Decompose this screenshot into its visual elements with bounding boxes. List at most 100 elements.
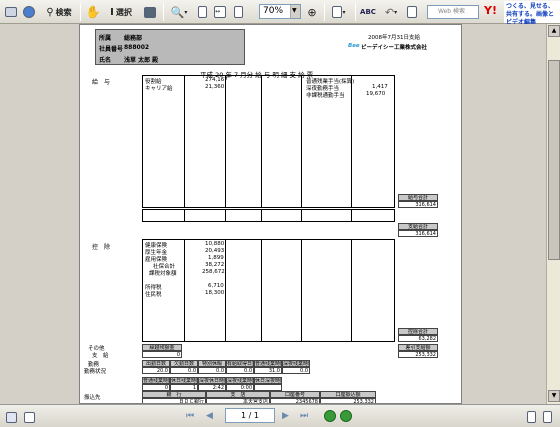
scroll-thumb[interactable] (548, 60, 560, 260)
attendance-value: 0.0 (282, 367, 310, 374)
other-box-value: 0 (142, 351, 182, 358)
attendance-value: 0.0 (226, 367, 254, 374)
fit-page-icon[interactable]: ↔ (213, 3, 227, 21)
right-panel (462, 24, 546, 404)
bank-label: 振込先 (84, 395, 101, 401)
search-button[interactable]: ⚲ 検索 (42, 3, 76, 21)
employee-info-box: 所属 総務部 社員番号 888002 氏名 浅草 太郎 殿 (95, 29, 245, 65)
bank-header: 口座番号 (270, 391, 320, 398)
attendance-value: 20.0 (142, 367, 170, 374)
vertical-scrollbar[interactable]: ▲ ▼ (546, 24, 560, 404)
scroll-up-icon[interactable]: ▲ (548, 25, 560, 37)
company-name: ピーデイシー工業株式会社 (361, 45, 428, 51)
attendance2-header: 深夜残業時間 (226, 377, 254, 384)
web-search-input[interactable]: Web 検索 (427, 5, 479, 19)
pay-total-value: 316,614 (398, 201, 438, 208)
attendance2-header: 休日深夜時間 (254, 377, 282, 384)
search-label: 検索 (55, 7, 72, 17)
email-icon[interactable] (22, 3, 36, 21)
deduction-item-value: 20,493 (205, 248, 225, 254)
attendance2-header: 休日残業時間 (170, 377, 198, 384)
zoom-dropdown-icon[interactable]: ▼ (290, 5, 300, 18)
name-label: 氏名 (99, 57, 112, 64)
binoculars-icon: ⚲ (46, 6, 54, 18)
last-page-icon[interactable]: ⏭ (300, 411, 308, 421)
attendance2-header: 普通残業時間 (142, 377, 170, 384)
snapshot-icon[interactable] (142, 3, 158, 21)
forward-icon[interactable] (340, 410, 352, 422)
pay-total-label: 給与合計 (398, 194, 438, 201)
employee-no-value: 888002 (124, 44, 150, 51)
first-page-icon[interactable]: ⏮ (186, 411, 194, 421)
bank-header: 支 店 (206, 391, 270, 398)
deduction-total-value: 63,282 (398, 335, 438, 342)
bank-header: 銀 行 (142, 391, 206, 398)
page-layout-icon[interactable]: ▾ (328, 3, 350, 21)
attendance-value: 0.0 (198, 367, 226, 374)
toolbar: ⚲ 検索 ✋ I 選択 🔍 ▾ ↔ 70% ▼ ⊕ ▾ ABC ↶ ▾ Web 検索 Y… (0, 0, 560, 26)
deduction-item-label: 課税対象額 (149, 271, 177, 277)
zoom-out-icon[interactable]: ⊕ (305, 3, 319, 21)
select-tool-button[interactable]: I 選択 (104, 3, 138, 21)
attendance-status-label: 勤務状況 (84, 369, 107, 375)
attendance2-value: 0:00 (226, 384, 254, 391)
spellcheck-icon[interactable]: ABC (360, 3, 376, 21)
pay-item-label: 非課税通勤手当 (306, 93, 345, 99)
attendance-header: 普通残業時間 (254, 360, 282, 367)
options-icon[interactable] (404, 3, 420, 21)
zoom-in-icon[interactable]: 🔍 ▾ (168, 3, 190, 21)
prev-page-icon[interactable]: ◀ (206, 411, 213, 421)
pay-section-label: 給 与 (92, 79, 111, 86)
pay-net-label: 支給合計 (398, 223, 438, 230)
deduction-item-value: 38,272 (205, 262, 225, 268)
bank-header: 口座振込額 (320, 391, 376, 398)
next-page-icon[interactable]: ▶ (282, 411, 289, 421)
scroll-down-icon[interactable]: ▼ (548, 390, 560, 402)
continuous-view-icon[interactable] (540, 408, 554, 426)
payslip-page: 所属 総務部 社員番号 888002 氏名 浅草 太郎 殿 2008年7月31日… (79, 24, 462, 404)
print-icon[interactable] (4, 3, 18, 21)
actual-size-icon[interactable] (195, 3, 209, 21)
single-page-view-icon[interactable] (524, 408, 538, 426)
attendance-value: 0.0 (170, 367, 198, 374)
deduction-item-value: 1,899 (208, 255, 224, 261)
pay-item-value: 19,670 (366, 91, 386, 97)
page-indicator[interactable]: 1 / 1 (225, 408, 275, 423)
company-logo: Bee (348, 43, 360, 49)
back-icon[interactable] (324, 410, 336, 422)
attendance2-header: 深夜休日時間 (198, 377, 226, 384)
attendance-header: 出勤日数 (142, 360, 170, 367)
deduction-item-value: 10,880 (205, 241, 225, 247)
pdf-viewer-window: ⚲ 検索 ✋ I 選択 🔍 ▾ ↔ 70% ▼ ⊕ ▾ ABC ↶ ▾ Web 検索 Y… (0, 0, 560, 427)
department-value: 総務部 (124, 35, 143, 42)
employee-no-label: 社員番号 (99, 46, 124, 53)
attendance2-value: 2:42 (198, 384, 226, 391)
other-box-label: 繰越残額金 (142, 344, 182, 351)
fit-width-icon[interactable] (231, 3, 245, 21)
attach-icon[interactable] (22, 408, 36, 426)
net-pay-label: 差引支給額 (398, 344, 438, 351)
ad-banner[interactable]: つくる、見せる、共有する。画像とビデオ編集 (504, 1, 560, 26)
deduction-item-value: 6,710 (208, 283, 224, 289)
pay-label: 支 給 (92, 353, 109, 359)
attendance-value: 31.0 (254, 367, 282, 374)
left-panel (0, 24, 79, 404)
pay-item-label: キャリア給 (145, 86, 173, 92)
name-value: 浅草 太郎 殿 (124, 57, 159, 64)
deduction-item-label: 住民税 (145, 292, 162, 298)
attendance-header: 欠勤日数 (170, 360, 198, 367)
attendance2-value: 0 (142, 384, 170, 391)
pay-item-value: 1,417 (372, 84, 388, 90)
deduction-item-value: 258,672 (202, 269, 225, 275)
deduction-section-label: 控 除 (92, 244, 111, 251)
pay-net-value: 316,614 (398, 230, 438, 237)
yahoo-logo[interactable]: Y! (484, 4, 497, 17)
pay-item-value: 21,360 (205, 84, 225, 90)
net-pay-value: 253,332 (398, 351, 438, 358)
undo-icon[interactable]: ↶ ▾ (380, 3, 402, 21)
attendance-header: 深夜残業時間 (282, 360, 310, 367)
hand-tool-icon[interactable]: ✋ (85, 3, 101, 21)
save-icon[interactable] (4, 408, 18, 426)
pay-date: 2008年7月31日支給 (368, 35, 420, 41)
department-label: 所属 (99, 35, 112, 42)
